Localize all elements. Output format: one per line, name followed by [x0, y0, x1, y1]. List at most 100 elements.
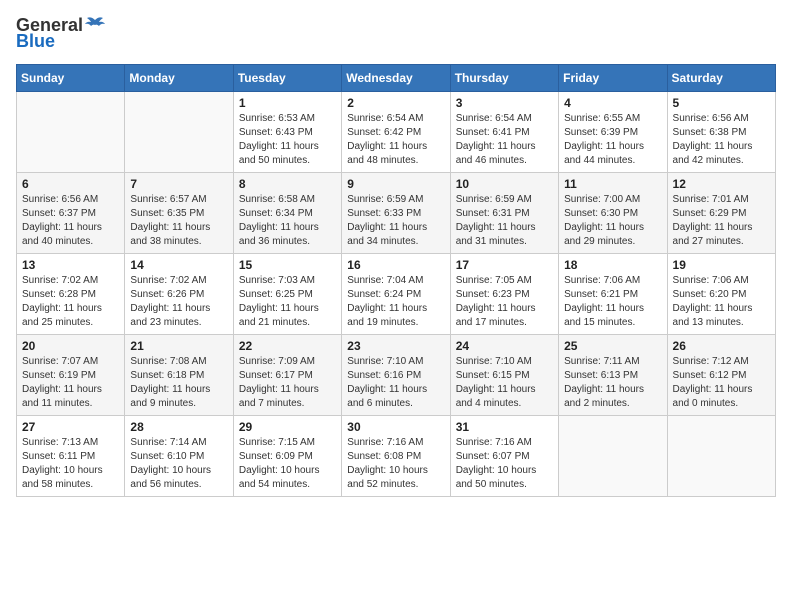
- calendar-cell: 11 Sunrise: 7:00 AM Sunset: 6:30 PM Dayli…: [559, 172, 667, 253]
- calendar-cell: 24 Sunrise: 7:10 AM Sunset: 6:15 PM Dayli…: [450, 334, 558, 415]
- day-number: 21: [130, 339, 227, 353]
- day-number: 4: [564, 96, 661, 110]
- day-number: 2: [347, 96, 444, 110]
- day-info: Sunrise: 7:12 AM Sunset: 6:12 PM Dayligh…: [673, 355, 770, 411]
- day-number: 28: [130, 420, 227, 434]
- day-info: Sunrise: 7:10 AM Sunset: 6:15 PM Dayligh…: [456, 355, 553, 411]
- page-header: General Blue: [16, 16, 776, 52]
- day-number: 22: [239, 339, 336, 353]
- day-number: 13: [22, 258, 119, 272]
- calendar-cell: 19Sunrise: 7:06 AM Sunset: 6:20 PM Dayli…: [667, 253, 775, 334]
- day-info: Sunrise: 7:14 AM Sunset: 6:10 PM Dayligh…: [130, 436, 227, 492]
- day-number: 18: [564, 258, 661, 272]
- calendar-cell: 6 Sunrise: 6:56 AM Sunset: 6:37 PM Daylig…: [17, 172, 125, 253]
- day-number: 11: [564, 177, 661, 191]
- weekday-header-sunday: Sunday: [17, 64, 125, 91]
- calendar-week-5: 27 Sunrise: 7:13 AM Sunset: 6:11 PM Dayli…: [17, 415, 776, 496]
- day-info: Sunrise: 7:08 AM Sunset: 6:18 PM Dayligh…: [130, 355, 227, 411]
- calendar-cell: 9 Sunrise: 6:59 AM Sunset: 6:33 PM Daylig…: [342, 172, 450, 253]
- calendar-week-3: 13 Sunrise: 7:02 AM Sunset: 6:28 PM Dayli…: [17, 253, 776, 334]
- calendar-cell: 1 Sunrise: 6:53 AM Sunset: 6:43 PM Daylig…: [233, 91, 341, 172]
- day-info: Sunrise: 6:58 AM Sunset: 6:34 PM Dayligh…: [239, 193, 336, 249]
- day-number: 3: [456, 96, 553, 110]
- day-number: 9: [347, 177, 444, 191]
- day-info: Sunrise: 6:59 AM Sunset: 6:31 PM Dayligh…: [456, 193, 553, 249]
- day-number: 7: [130, 177, 227, 191]
- calendar-cell: 7 Sunrise: 6:57 AM Sunset: 6:35 PM Daylig…: [125, 172, 233, 253]
- day-info: Sunrise: 7:04 AM Sunset: 6:24 PM Dayligh…: [347, 274, 444, 330]
- day-number: 26: [673, 339, 770, 353]
- weekday-header-row: SundayMondayTuesdayWednesdayThursdayFrid…: [17, 64, 776, 91]
- weekday-header-friday: Friday: [559, 64, 667, 91]
- day-number: 1: [239, 96, 336, 110]
- day-info: Sunrise: 7:01 AM Sunset: 6:29 PM Dayligh…: [673, 193, 770, 249]
- calendar-cell: [667, 415, 775, 496]
- day-number: 10: [456, 177, 553, 191]
- calendar-cell: [125, 91, 233, 172]
- day-number: 20: [22, 339, 119, 353]
- day-info: Sunrise: 7:06 AM Sunset: 6:21 PM Dayligh…: [564, 274, 661, 330]
- day-info: Sunrise: 7:13 AM Sunset: 6:11 PM Dayligh…: [22, 436, 119, 492]
- day-info: Sunrise: 7:00 AM Sunset: 6:30 PM Dayligh…: [564, 193, 661, 249]
- day-info: Sunrise: 7:11 AM Sunset: 6:13 PM Dayligh…: [564, 355, 661, 411]
- calendar-cell: 15 Sunrise: 7:03 AM Sunset: 6:25 PM Dayli…: [233, 253, 341, 334]
- day-info: Sunrise: 7:16 AM Sunset: 6:08 PM Dayligh…: [347, 436, 444, 492]
- calendar-cell: 16 Sunrise: 7:04 AM Sunset: 6:24 PM Dayli…: [342, 253, 450, 334]
- calendar-week-4: 20 Sunrise: 7:07 AM Sunset: 6:19 PM Dayli…: [17, 334, 776, 415]
- weekday-header-saturday: Saturday: [667, 64, 775, 91]
- day-number: 24: [456, 339, 553, 353]
- weekday-header-monday: Monday: [125, 64, 233, 91]
- calendar-cell: 3Sunrise: 6:54 AM Sunset: 6:41 PM Daylig…: [450, 91, 558, 172]
- day-number: 15: [239, 258, 336, 272]
- calendar-cell: 4Sunrise: 6:55 AM Sunset: 6:39 PM Daylig…: [559, 91, 667, 172]
- day-number: 27: [22, 420, 119, 434]
- calendar-cell: 29Sunrise: 7:15 AM Sunset: 6:09 PM Dayli…: [233, 415, 341, 496]
- day-info: Sunrise: 7:06 AM Sunset: 6:20 PM Dayligh…: [673, 274, 770, 330]
- calendar-cell: 17Sunrise: 7:05 AM Sunset: 6:23 PM Dayli…: [450, 253, 558, 334]
- day-number: 6: [22, 177, 119, 191]
- calendar-cell: 8 Sunrise: 6:58 AM Sunset: 6:34 PM Daylig…: [233, 172, 341, 253]
- day-number: 12: [673, 177, 770, 191]
- day-number: 14: [130, 258, 227, 272]
- day-number: 25: [564, 339, 661, 353]
- day-info: Sunrise: 6:56 AM Sunset: 6:37 PM Dayligh…: [22, 193, 119, 249]
- weekday-header-wednesday: Wednesday: [342, 64, 450, 91]
- calendar-cell: 20 Sunrise: 7:07 AM Sunset: 6:19 PM Dayli…: [17, 334, 125, 415]
- logo-bird-icon: [85, 16, 105, 32]
- calendar-cell: 12 Sunrise: 7:01 AM Sunset: 6:29 PM Dayli…: [667, 172, 775, 253]
- calendar-cell: 5Sunrise: 6:56 AM Sunset: 6:38 PM Daylig…: [667, 91, 775, 172]
- calendar-cell: 22 Sunrise: 7:09 AM Sunset: 6:17 PM Dayli…: [233, 334, 341, 415]
- calendar-cell: 26 Sunrise: 7:12 AM Sunset: 6:12 PM Dayli…: [667, 334, 775, 415]
- calendar-cell: [559, 415, 667, 496]
- calendar-cell: 27 Sunrise: 7:13 AM Sunset: 6:11 PM Dayli…: [17, 415, 125, 496]
- day-number: 5: [673, 96, 770, 110]
- day-info: Sunrise: 7:07 AM Sunset: 6:19 PM Dayligh…: [22, 355, 119, 411]
- calendar-week-1: 1 Sunrise: 6:53 AM Sunset: 6:43 PM Daylig…: [17, 91, 776, 172]
- day-info: Sunrise: 7:03 AM Sunset: 6:25 PM Dayligh…: [239, 274, 336, 330]
- calendar-cell: 25 Sunrise: 7:11 AM Sunset: 6:13 PM Dayli…: [559, 334, 667, 415]
- calendar-cell: 18 Sunrise: 7:06 AM Sunset: 6:21 PM Dayli…: [559, 253, 667, 334]
- day-number: 29: [239, 420, 336, 434]
- calendar-cell: 28 Sunrise: 7:14 AM Sunset: 6:10 PM Dayli…: [125, 415, 233, 496]
- day-info: Sunrise: 7:09 AM Sunset: 6:17 PM Dayligh…: [239, 355, 336, 411]
- calendar-cell: [17, 91, 125, 172]
- day-info: Sunrise: 6:59 AM Sunset: 6:33 PM Dayligh…: [347, 193, 444, 249]
- day-info: Sunrise: 6:57 AM Sunset: 6:35 PM Dayligh…: [130, 193, 227, 249]
- calendar-cell: 10 Sunrise: 6:59 AM Sunset: 6:31 PM Dayli…: [450, 172, 558, 253]
- calendar-table: SundayMondayTuesdayWednesdayThursdayFrid…: [16, 64, 776, 497]
- logo-blue-text: Blue: [16, 32, 55, 52]
- day-info: Sunrise: 6:53 AM Sunset: 6:43 PM Dayligh…: [239, 112, 336, 168]
- day-number: 16: [347, 258, 444, 272]
- day-number: 8: [239, 177, 336, 191]
- calendar-week-2: 6 Sunrise: 6:56 AM Sunset: 6:37 PM Daylig…: [17, 172, 776, 253]
- day-number: 31: [456, 420, 553, 434]
- weekday-header-thursday: Thursday: [450, 64, 558, 91]
- day-info: Sunrise: 7:02 AM Sunset: 6:28 PM Dayligh…: [22, 274, 119, 330]
- day-info: Sunrise: 7:16 AM Sunset: 6:07 PM Dayligh…: [456, 436, 553, 492]
- day-info: Sunrise: 6:54 AM Sunset: 6:42 PM Dayligh…: [347, 112, 444, 168]
- day-number: 17: [456, 258, 553, 272]
- calendar-cell: 14Sunrise: 7:02 AM Sunset: 6:26 PM Dayli…: [125, 253, 233, 334]
- calendar-cell: 21 Sunrise: 7:08 AM Sunset: 6:18 PM Dayli…: [125, 334, 233, 415]
- logo: General Blue: [16, 16, 105, 52]
- day-number: 30: [347, 420, 444, 434]
